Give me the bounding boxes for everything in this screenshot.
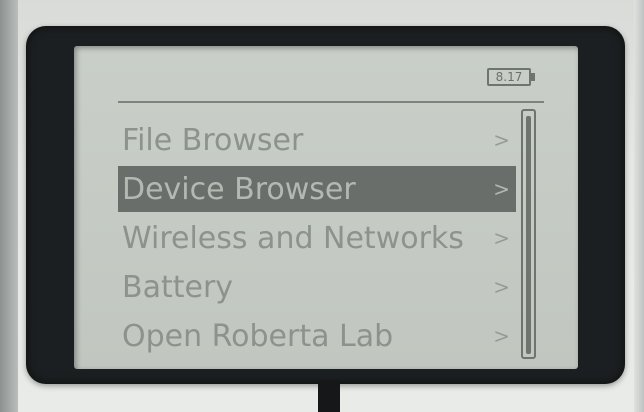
menu-item-open-roberta-lab[interactable]: Open Roberta Lab > [118,313,516,359]
chevron-right-icon: > [493,177,510,201]
chevron-right-icon: > [493,275,510,299]
battery-voltage: 8.17 [495,70,523,84]
main-menu: File Browser > Device Browser > Wireless… [118,117,516,362]
menu-item-battery[interactable]: Battery > [118,264,516,310]
menu-item-label: Open Roberta Lab [122,318,394,354]
background-left-shadow [0,0,18,412]
lcd-screen: 8.17 File Browser > Device Browser > Wir… [74,46,578,369]
menu-item-label: Device Browser [122,171,356,207]
battery-indicator: 8.17 [487,68,531,86]
background-right-shadow [634,0,644,412]
menu-item-device-browser[interactable]: Device Browser > [118,166,516,212]
battery-icon-tip [531,73,535,81]
menu-item-label: File Browser [122,122,304,158]
chevron-right-icon: > [493,226,510,250]
menu-item-wireless-and-networks[interactable]: Wireless and Networks > [118,215,516,261]
chevron-right-icon: > [493,324,510,348]
header-divider [118,101,544,103]
scrollbar-thumb[interactable] [526,116,531,354]
chevron-right-icon: > [493,128,510,152]
menu-item-label: Battery [122,269,234,305]
menu-scrollbar[interactable] [521,109,536,359]
menu-item-label: Wireless and Networks [122,220,464,256]
menu-item-file-browser[interactable]: File Browser > [118,117,516,163]
device-cable [318,380,340,412]
